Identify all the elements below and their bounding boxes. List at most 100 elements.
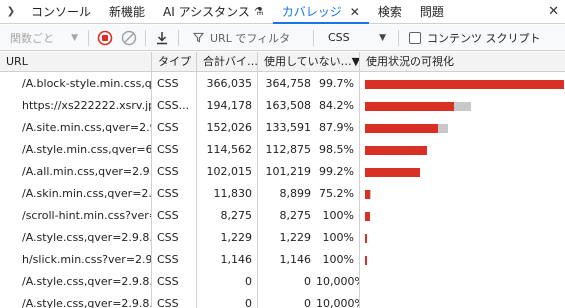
- cell-type: CSS...: [157, 99, 190, 112]
- usage-bar: [365, 80, 565, 89]
- cell-type: CSS: [157, 253, 179, 266]
- coverage-toolbar: 関数ごと ▼ URL でフィルタ CSS ▼ コンテンツ スクリプト: [0, 25, 565, 51]
- cell-unused-bytes: 112,875: [265, 143, 312, 156]
- close-panel-icon[interactable]: ✕: [548, 4, 559, 19]
- cell-url: /A.site.min.css,qver=2.9.8.1: [22, 121, 151, 134]
- usage-bar: [365, 124, 449, 133]
- type-select-value: CSS: [328, 31, 350, 44]
- cell-unused-bytes: 0: [304, 297, 311, 308]
- cell-url: /A.style.min.css,qver=6.7.1: [22, 143, 151, 156]
- tab-label: AI アシスタンス: [163, 5, 250, 19]
- tab-5[interactable]: 問題: [411, 0, 453, 23]
- cell-unused-bytes: 1,229: [279, 231, 312, 244]
- table-row[interactable]: https://xs222222.xsrv.jp/CSS... 194,178 16…: [0, 95, 565, 117]
- cell-unused-percent: 99.2%: [319, 165, 354, 178]
- toolbar-divider: [178, 29, 179, 46]
- url-filter-input[interactable]: URL でフィルタ: [185, 29, 307, 47]
- type-select[interactable]: CSS ▼: [320, 29, 392, 47]
- cell-unused-bytes: 163,508: [265, 99, 312, 112]
- tab-1[interactable]: 新機能: [100, 0, 154, 23]
- content-scripts-checkbox[interactable]: [409, 31, 421, 44]
- filter-icon: [193, 32, 204, 43]
- cell-type: CSS: [157, 231, 179, 244]
- table-row[interactable]: /A.skin.min.css,qver=2.9.8 CSS 11,830 8,899…: [0, 183, 565, 205]
- cell-unused-percent: 98.5%: [319, 143, 354, 156]
- usage-bar-unused-bytes: [365, 102, 455, 111]
- column-header-url[interactable]: URL: [0, 52, 152, 72]
- tab-0[interactable]: コンソール: [22, 0, 100, 23]
- cell-type: CSS: [157, 77, 179, 90]
- cell-unused-bytes: 8,275: [279, 209, 312, 222]
- cell-url: /A.skin.min.css,qver=2.9.8: [22, 187, 151, 200]
- cell-unused-bytes: 101,219: [265, 165, 312, 178]
- chevron-down-icon: ▼: [379, 32, 386, 43]
- table-row[interactable]: /A.style.css,qver=2.9.8.1. CSS 0 0 10,000%: [0, 293, 565, 308]
- usage-bar: [365, 102, 472, 111]
- cell-total-bytes: 0: [245, 275, 252, 288]
- cell-total-bytes: 102,015: [206, 165, 253, 178]
- cell-url: https://xs222222.xsrv.jp/: [22, 99, 151, 112]
- clear-button[interactable]: [119, 28, 139, 48]
- cell-total-bytes: 1,146: [220, 253, 253, 266]
- column-header-type[interactable]: タイプ: [152, 52, 197, 72]
- usage-bar-used-bytes: [369, 190, 372, 199]
- tab-label: 問題: [419, 5, 444, 19]
- table-row[interactable]: /A.all.min.css,qver=2.9.8.1 CSS 102,015 101…: [0, 161, 565, 183]
- usage-bar-used-bytes: [454, 102, 472, 111]
- download-icon: [157, 31, 167, 44]
- stop-recording-button[interactable]: [95, 28, 115, 48]
- column-header-unused-bytes[interactable]: 使用していない…▼: [258, 52, 360, 72]
- cell-unused-percent: 100%: [322, 209, 354, 222]
- tab-label: コンソール: [31, 5, 92, 19]
- usage-bar: [365, 234, 367, 243]
- cell-type: CSS: [157, 209, 179, 222]
- cell-unused-bytes: 0: [304, 275, 311, 288]
- tab-2[interactable]: AI アシスタンス ⚗: [154, 0, 273, 23]
- cell-url: /A.block-style.min.css,qver=: [22, 77, 151, 90]
- cell-type: CSS: [157, 165, 179, 178]
- more-tabs-icon[interactable]: ❯: [0, 0, 22, 23]
- cell-unused-percent: 100%: [322, 253, 354, 266]
- cell-total-bytes: 8,275: [220, 209, 253, 222]
- cell-type: CSS: [157, 143, 179, 156]
- cell-type: CSS: [157, 187, 179, 200]
- toolbar-divider: [313, 29, 314, 46]
- table-row[interactable]: /A.style.css,qver=2.9.8.1. CSS 0 0 10,000%: [0, 271, 565, 293]
- cell-type: CSS: [157, 121, 179, 134]
- toolbar-divider: [398, 29, 399, 46]
- cell-total-bytes: 194,178: [206, 99, 253, 112]
- column-header-total-bytes[interactable]: 合計バイ…: [197, 52, 258, 72]
- cell-url: /A.all.min.css,qver=2.9.8.1: [22, 165, 151, 178]
- usage-bar: [365, 190, 372, 199]
- cell-total-bytes: 152,026: [206, 121, 253, 134]
- tab-label: 新機能: [109, 5, 146, 19]
- usage-bar-unused-bytes: [365, 80, 565, 89]
- usage-bar: [365, 212, 370, 221]
- usage-bar-unused-bytes: [365, 168, 421, 177]
- granularity-value: 関数ごと: [10, 31, 54, 45]
- table-row[interactable]: /A.block-style.min.css,qver= CSS 366,035 36…: [0, 73, 565, 95]
- table-row[interactable]: h/slick.min.css?ver=2.9.8 CSS 1,146 1,146 10…: [0, 249, 565, 271]
- usage-bar: [365, 168, 421, 177]
- table-row[interactable]: /A.style.css,qver=2.9.8.1. CSS 1,229 1,229 1…: [0, 227, 565, 249]
- usage-bar-unused-bytes: [365, 124, 438, 133]
- cell-unused-bytes: 133,591: [265, 121, 312, 134]
- cell-unused-percent: 75.2%: [319, 187, 354, 200]
- table-row[interactable]: /A.style.min.css,qver=6.7.1 CSS 114,562 112…: [0, 139, 565, 161]
- tab-4[interactable]: 検索: [369, 0, 411, 23]
- usage-bar-unused-bytes: [365, 256, 367, 265]
- export-button[interactable]: [152, 28, 172, 48]
- table-header: URL タイプ 合計バイ… 使用していない…▼ 使用状況の可視化: [0, 52, 565, 72]
- column-header-usage-visualization[interactable]: 使用状況の可視化: [360, 52, 565, 72]
- granularity-select[interactable]: 関数ごと ▼: [6, 29, 82, 47]
- cell-unused-percent: 99.7%: [319, 77, 354, 90]
- usage-bar-unused-bytes: [365, 146, 427, 155]
- table-row[interactable]: /scroll-hint.min.css?ver=2. CSS 8,275 8,275…: [0, 205, 565, 227]
- cell-total-bytes: 1,229: [220, 231, 253, 244]
- devtools-tabbar: ❯ コンソール 新機能 AI アシスタンス ⚗ カバレッジ ✕ 検索 問題 ✕: [0, 0, 565, 24]
- cell-total-bytes: 114,562: [206, 143, 253, 156]
- table-row[interactable]: /A.site.min.css,qver=2.9.8.1 CSS 152,026 13…: [0, 117, 565, 139]
- close-tab-icon[interactable]: ✕: [350, 5, 360, 19]
- tab-3[interactable]: カバレッジ ✕: [272, 0, 369, 24]
- usage-bar: [365, 146, 428, 155]
